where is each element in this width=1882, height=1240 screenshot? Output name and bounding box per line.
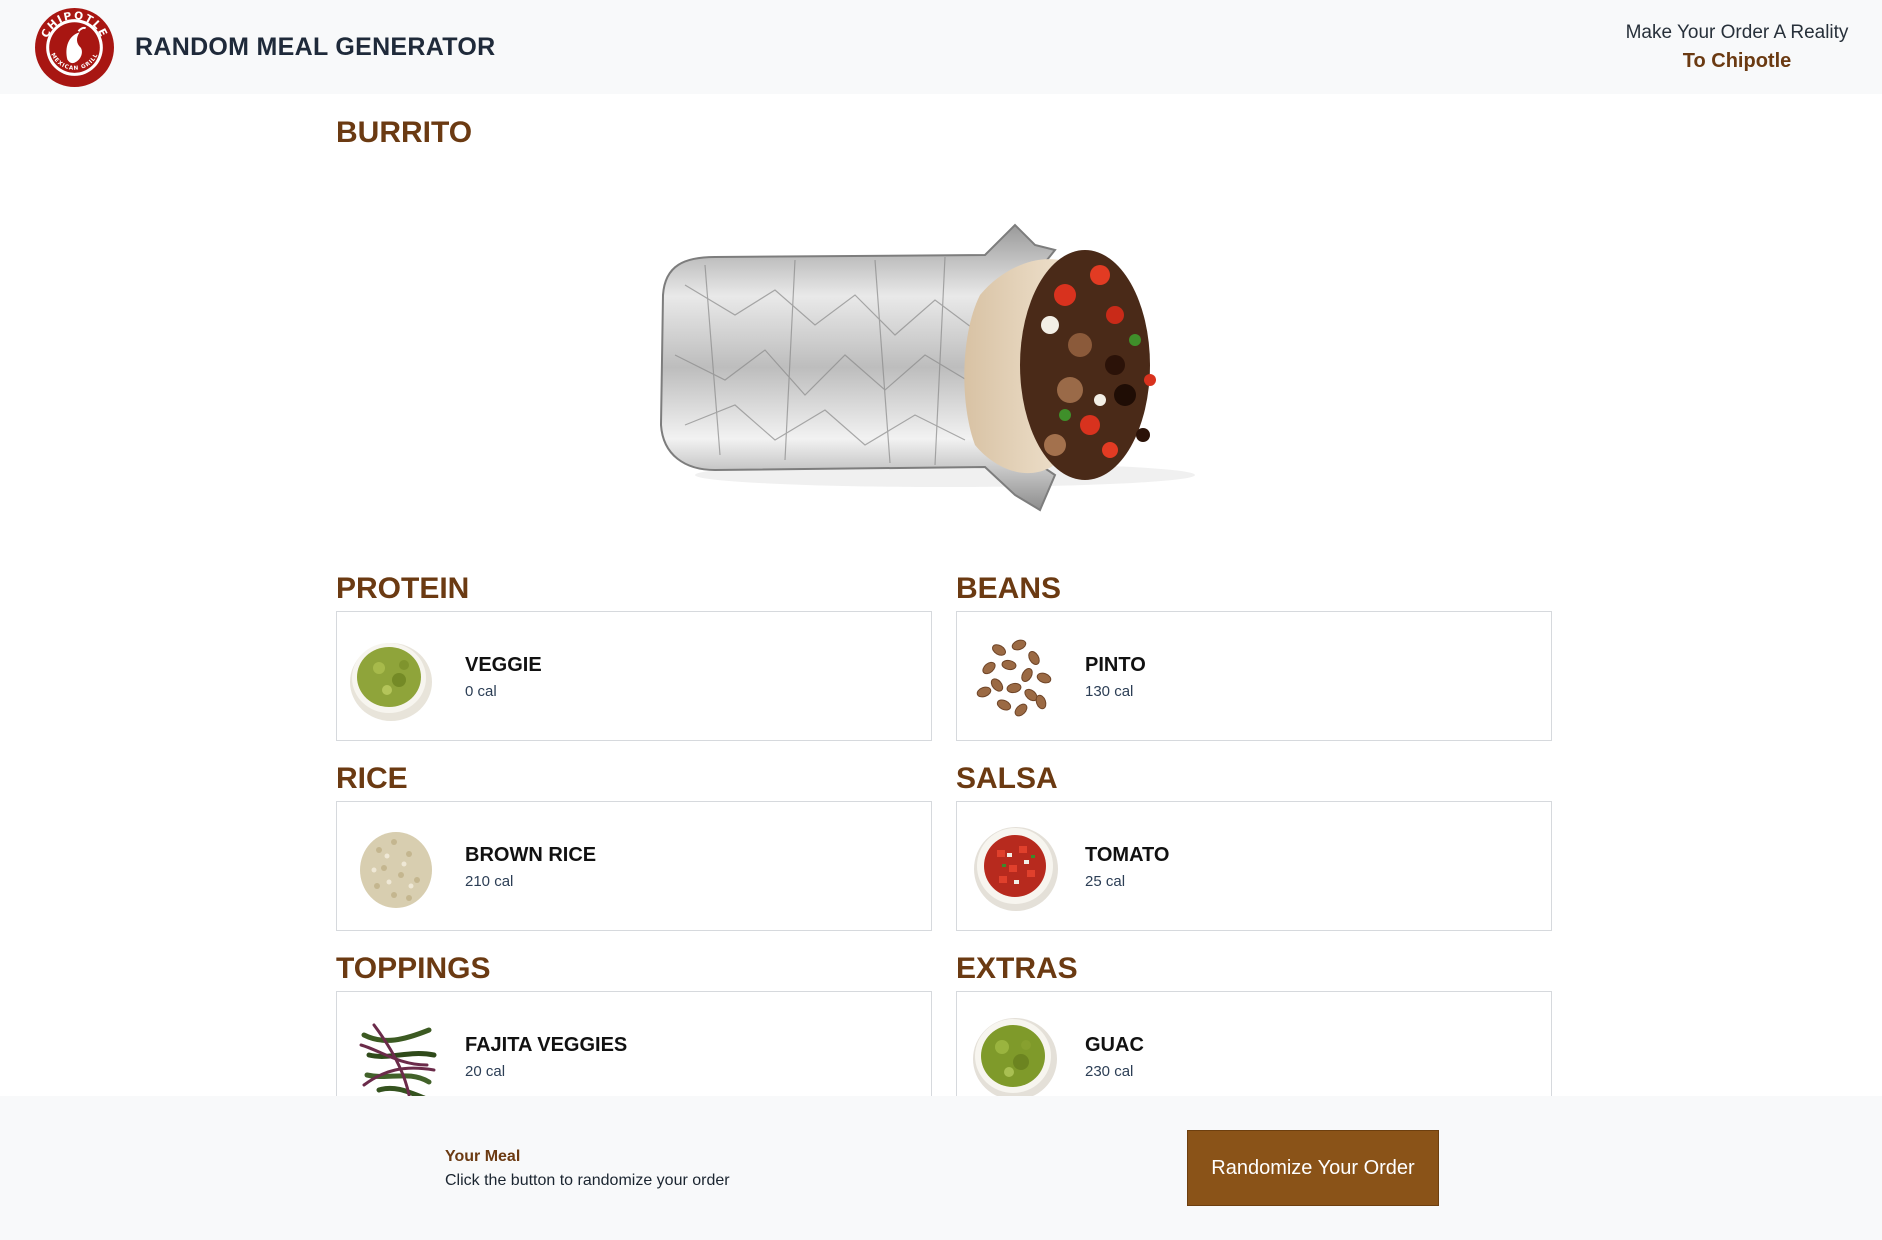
extras-item-cal: 230 cal [1085, 1063, 1134, 1080]
beans-card[interactable]: PINTO 130 cal [956, 611, 1552, 741]
extras-item-name: GUAC [1085, 1034, 1144, 1056]
top-bar: CHIPOTLE MEXICAN GRILL RANDOM MEAL GENER… [0, 0, 1882, 94]
protein-card[interactable]: VEGGIE 0 cal [336, 611, 932, 741]
guacamole-bowl-icon [350, 643, 432, 721]
randomize-order-button[interactable]: Randomize Your Order [1187, 1130, 1439, 1206]
section-title-beans: BEANS [956, 572, 1062, 605]
salsa-card[interactable]: TOMATO 25 cal [956, 801, 1552, 931]
beans-item-cal: 130 cal [1085, 683, 1134, 700]
app-title: RANDOM MEAL GENERATOR [135, 33, 496, 61]
rice-item-name: BROWN RICE [465, 844, 597, 866]
rice-item-cal: 210 cal [465, 873, 514, 890]
chipotle-logo-icon[interactable]: CHIPOTLE MEXICAN GRILL [34, 7, 115, 88]
tomato-salsa-icon [974, 827, 1058, 911]
your-meal-description: Click the button to randomize your order [445, 1172, 730, 1189]
protein-item-cal: 0 cal [465, 683, 497, 700]
guac-bowl-icon [973, 1018, 1057, 1100]
beans-item-name: PINTO [1085, 654, 1146, 676]
section-title-rice: RICE [336, 762, 408, 795]
section-title-protein: PROTEIN [336, 572, 470, 605]
toppings-item-cal: 20 cal [465, 1063, 506, 1080]
section-title-salsa: SALSA [956, 762, 1058, 795]
tagline: Make Your Order A Reality To Chipotle [1622, 22, 1852, 73]
footer-bar: Your Meal Click the button to randomize … [0, 1096, 1882, 1240]
section-title-extras: EXTRAS [956, 952, 1078, 985]
chipotle-link[interactable]: To Chipotle [1622, 50, 1852, 73]
toppings-item-name: FAJITA VEGGIES [465, 1034, 628, 1056]
burrito-image [659, 223, 1195, 512]
your-meal-label: Your Meal [445, 1148, 521, 1165]
salsa-item-cal: 25 cal [1085, 873, 1126, 890]
entree-title: BURRITO [336, 116, 473, 149]
section-title-toppings: TOPPINGS [336, 952, 491, 985]
protein-item-name: VEGGIE [465, 654, 542, 676]
salsa-item-name: TOMATO [1085, 844, 1170, 866]
rice-card[interactable]: BROWN RICE 210 cal [336, 801, 932, 931]
brown-rice-icon [360, 832, 432, 908]
tagline-text: Make Your Order A Reality [1625, 22, 1849, 43]
fajita-veggies-icon [359, 1023, 437, 1101]
pinto-beans-icon [976, 639, 1052, 717]
